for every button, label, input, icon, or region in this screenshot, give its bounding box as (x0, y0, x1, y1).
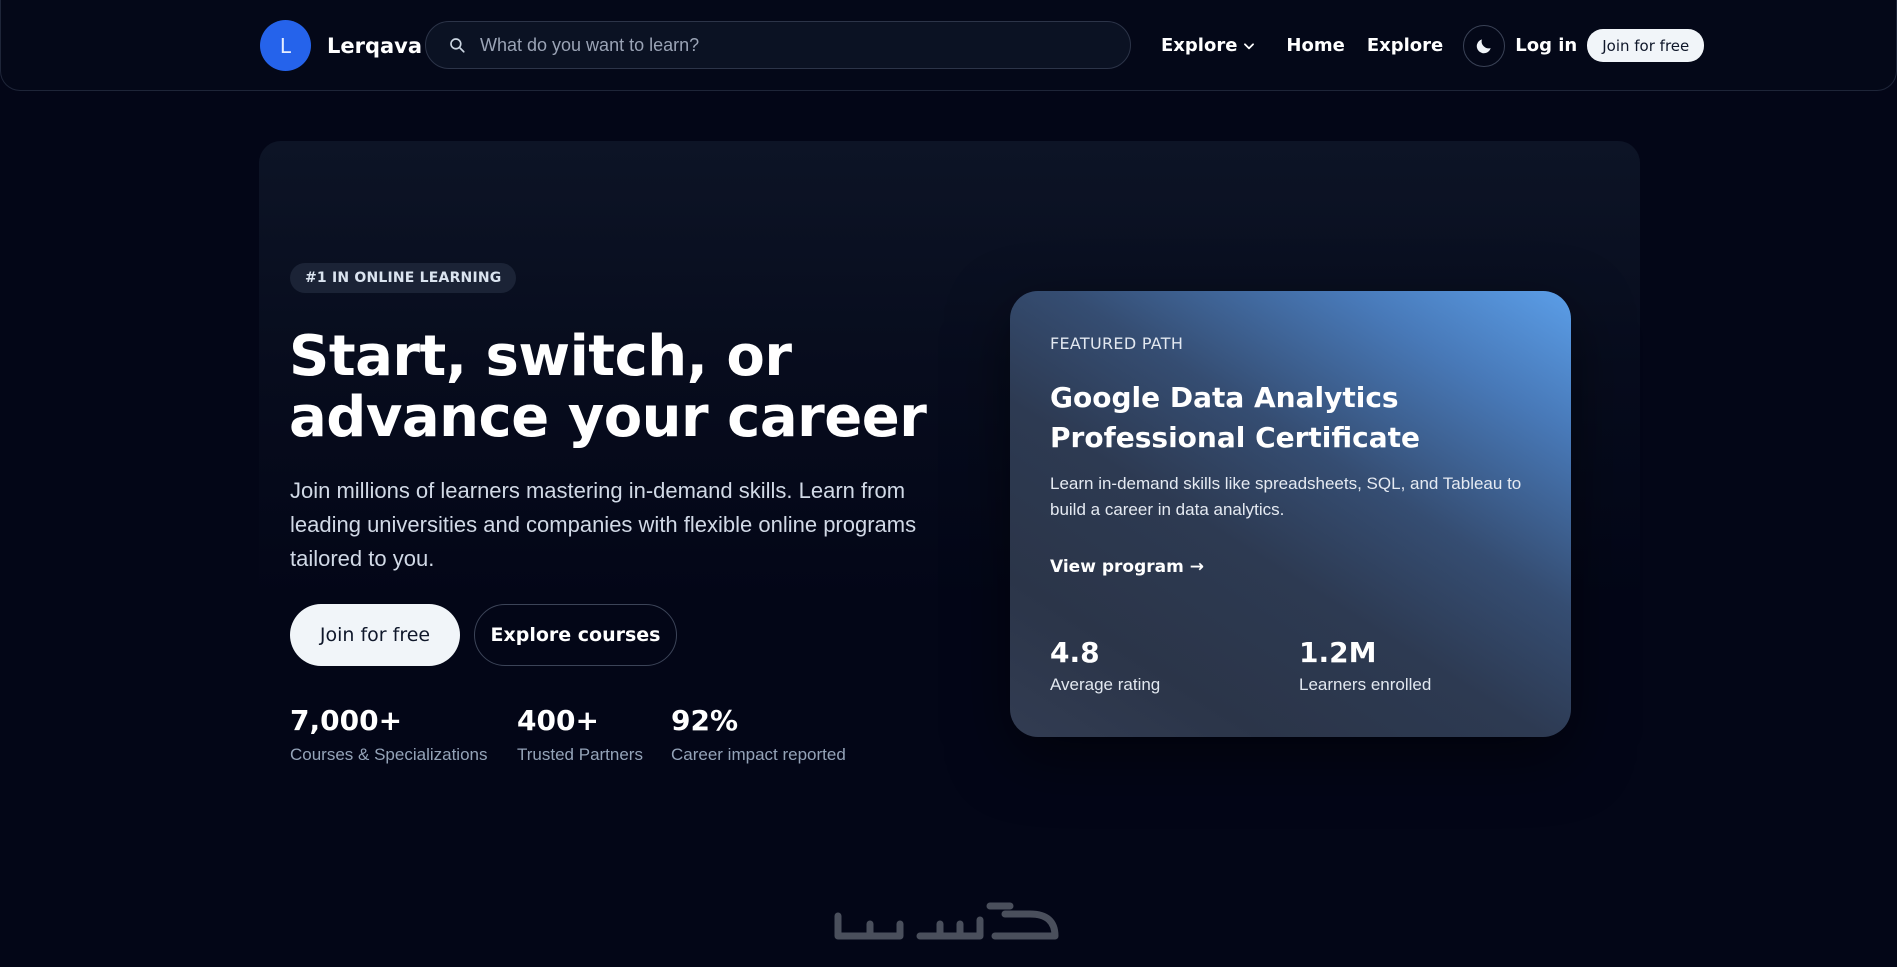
hero-badge: #1 IN ONLINE LEARNING (290, 263, 517, 293)
nav-explore-link[interactable]: Explore (1367, 35, 1443, 56)
card-stat-value: 4.8 (1050, 636, 1100, 669)
site-header: L Lerqava Explore Home Explore (0, 0, 1897, 91)
explore-courses-button[interactable]: Explore courses (474, 604, 677, 666)
stat-value: 7,000+ (290, 704, 403, 737)
card-description: Learn in-demand skills like spreadsheets… (1050, 474, 1522, 519)
hero-stat: 400+ Trusted Partners (517, 704, 643, 765)
theme-toggle-button[interactable] (1463, 24, 1506, 67)
card-stat-value: 1.2M (1299, 636, 1377, 669)
search-icon (450, 38, 465, 53)
moon-icon (1477, 38, 1491, 53)
card-stat: 4.8 Average rating (1050, 636, 1160, 695)
hero-title: Start, switch, or advance your career (289, 326, 989, 448)
hero-stat: 92% Career impact reported (671, 704, 846, 765)
search-input[interactable] (480, 22, 1130, 68)
view-program-link[interactable]: View program → (1050, 557, 1204, 577)
card-stat-label: Learners enrolled (1299, 675, 1432, 694)
stat-label: Career impact reported (671, 745, 846, 764)
chevron-down-icon (1244, 42, 1255, 49)
card-title: Google Data Analytics Professional Certi… (1050, 381, 1421, 454)
stat-value: 92% (671, 704, 739, 737)
card-stat-label: Average rating (1050, 675, 1161, 694)
header-join-button[interactable]: Join for free (1587, 29, 1705, 62)
nav-home-link[interactable]: Home (1286, 35, 1344, 56)
card-eyebrow: FEATURED PATH (1050, 334, 1184, 353)
brand[interactable]: L Lerqava (260, 20, 422, 71)
join-for-free-button[interactable]: Join for free (290, 604, 460, 666)
main-nav: Explore Home Explore Log in Join for fre… (1161, 20, 1705, 71)
watermark-logo (834, 902, 1059, 940)
card-stat: 1.2M Learners enrolled (1299, 636, 1431, 695)
hero-title-line: Start, switch, or (289, 324, 792, 389)
hero-stat: 7,000+ Courses & Specializations (290, 704, 487, 765)
brand-name[interactable]: Lerqava (327, 34, 422, 58)
hero-title-line: advance your career (289, 385, 927, 450)
stat-label: Trusted Partners (517, 745, 643, 764)
search-bar[interactable] (425, 21, 1131, 69)
explore-dropdown[interactable]: Explore (1161, 35, 1256, 56)
stat-value: 400+ (517, 704, 599, 737)
brand-logo[interactable]: L (260, 20, 311, 71)
login-link[interactable]: Log in (1515, 35, 1577, 56)
stat-label: Courses & Specializations (290, 745, 488, 764)
page: L Lerqava Explore Home Explore (0, 0, 1897, 967)
featured-path-card[interactable]: FEATURED PATH Google Data Analytics Prof… (1010, 291, 1571, 737)
hero-subtitle: Join millions of learners mastering in-d… (290, 478, 917, 571)
explore-dropdown-label: Explore (1161, 35, 1238, 56)
